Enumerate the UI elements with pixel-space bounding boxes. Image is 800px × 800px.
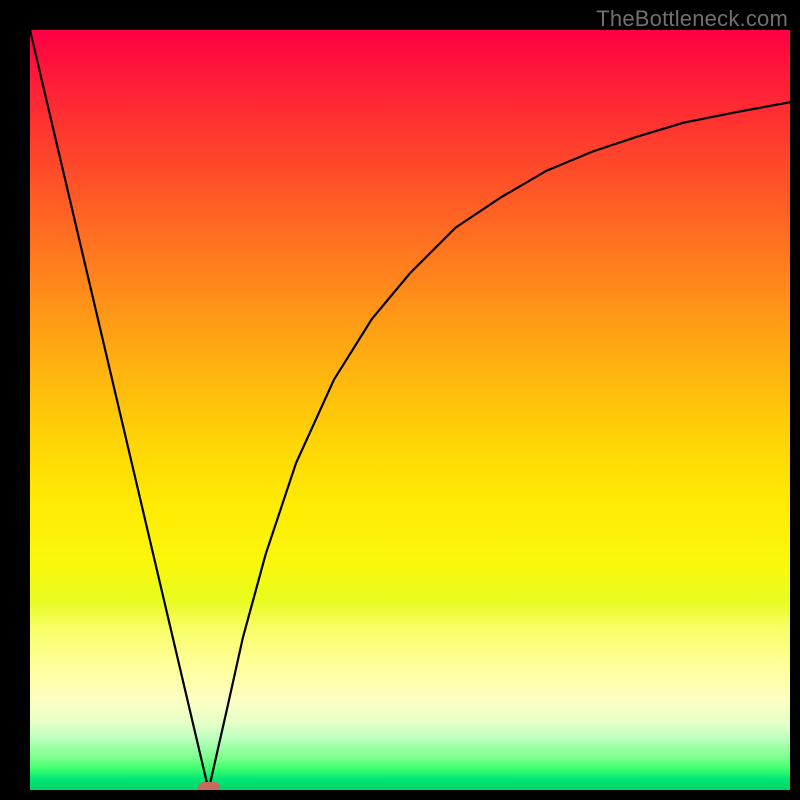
watermark-text: TheBottleneck.com [596,6,788,32]
plot-area [30,30,790,790]
curve-svg [30,30,790,790]
min-marker [198,782,220,790]
curve-path [30,30,790,790]
chart-frame: TheBottleneck.com [0,0,800,800]
